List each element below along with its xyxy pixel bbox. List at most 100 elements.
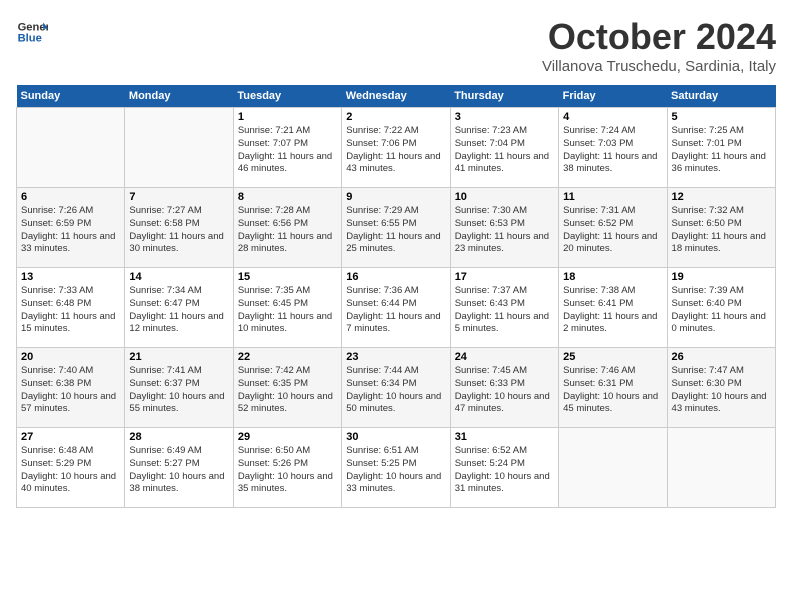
day-info: Sunrise: 7:36 AM Sunset: 6:44 PM Dayligh… (346, 285, 445, 336)
day-info: Sunrise: 7:39 AM Sunset: 6:40 PM Dayligh… (672, 285, 771, 336)
calendar-day: 21Sunrise: 7:41 AM Sunset: 6:37 PM Dayli… (125, 348, 233, 428)
calendar-day: 4 Sunrise: 7:24 AM Sunset: 7:03 PM Daylig… (559, 108, 667, 188)
day-number: 5 (672, 111, 771, 123)
day-number: 9 (346, 191, 445, 203)
day-number: 26 (672, 351, 771, 363)
day-number: 10 (455, 191, 554, 203)
day-number: 11 (563, 191, 662, 203)
logo: General Blue (16, 16, 48, 48)
calendar-day: 30Sunrise: 6:51 AM Sunset: 5:25 PM Dayli… (342, 428, 450, 508)
calendar-week: 20 Sunrise: 7:40 AM Sunset: 6:38 PM Dayli… (17, 348, 776, 428)
calendar-day: 10 Sunrise: 7:30 AM Sunset: 6:53 PM Dayli… (450, 188, 558, 268)
day-info: Sunrise: 7:23 AM Sunset: 7:04 PM Dayligh… (455, 125, 554, 176)
calendar-day: 8 Sunrise: 7:28 AM Sunset: 6:56 PM Daylig… (233, 188, 341, 268)
calendar-day (559, 428, 667, 508)
calendar-day: 28 Sunrise: 6:49 AM Sunset: 5:27 PM Dayli… (125, 428, 233, 508)
day-info: Sunrise: 7:45 AM Sunset: 6:33 PM Dayligh… (455, 365, 554, 416)
day-number: 17 (455, 271, 554, 283)
day-number: 4 (563, 111, 662, 123)
day-info: Sunrise: 7:34 AM Sunset: 6:47 PM Dayligh… (129, 285, 228, 336)
day-info: Sunrise: 7:33 AM Sunset: 6:48 PM Dayligh… (21, 285, 120, 336)
calendar-day: 6Sunrise: 7:26 AM Sunset: 6:59 PM Daylig… (17, 188, 125, 268)
day-number: 15 (238, 271, 337, 283)
day-number: 16 (346, 271, 445, 283)
day-number: 3 (455, 111, 554, 123)
day-number: 29 (238, 431, 337, 443)
day-number: 14 (129, 271, 228, 283)
day-number: 2 (346, 111, 445, 123)
page-header: General Blue October 2024 Villanova Trus… (16, 16, 776, 75)
calendar-day: 22 Sunrise: 7:42 AM Sunset: 6:35 PM Dayli… (233, 348, 341, 428)
day-info: Sunrise: 7:30 AM Sunset: 6:53 PM Dayligh… (455, 205, 554, 256)
calendar-day: 3 Sunrise: 7:23 AM Sunset: 7:04 PM Daylig… (450, 108, 558, 188)
day-info: Sunrise: 6:49 AM Sunset: 5:27 PM Dayligh… (129, 445, 228, 496)
day-number: 13 (21, 271, 120, 283)
day-info: Sunrise: 6:52 AM Sunset: 5:24 PM Dayligh… (455, 445, 554, 496)
day-info: Sunrise: 6:51 AM Sunset: 5:25 PM Dayligh… (346, 445, 445, 496)
day-info: Sunrise: 7:25 AM Sunset: 7:01 PM Dayligh… (672, 125, 771, 176)
day-number: 7 (129, 191, 228, 203)
day-info: Sunrise: 7:40 AM Sunset: 6:38 PM Dayligh… (21, 365, 120, 416)
calendar-day: 11 Sunrise: 7:31 AM Sunset: 6:52 PM Dayli… (559, 188, 667, 268)
day-info: Sunrise: 7:22 AM Sunset: 7:06 PM Dayligh… (346, 125, 445, 176)
weekday-header: Wednesday (342, 85, 450, 108)
day-info: Sunrise: 7:24 AM Sunset: 7:03 PM Dayligh… (563, 125, 662, 176)
day-info: Sunrise: 7:29 AM Sunset: 6:55 PM Dayligh… (346, 205, 445, 256)
calendar-day: 29Sunrise: 6:50 AM Sunset: 5:26 PM Dayli… (233, 428, 341, 508)
weekday-header: Sunday (17, 85, 125, 108)
day-info: Sunrise: 7:42 AM Sunset: 6:35 PM Dayligh… (238, 365, 337, 416)
day-number: 1 (238, 111, 337, 123)
weekday-header: Monday (125, 85, 233, 108)
calendar-day: 14 Sunrise: 7:34 AM Sunset: 6:47 PM Dayli… (125, 268, 233, 348)
calendar-day (667, 428, 775, 508)
calendar-day: 27Sunrise: 6:48 AM Sunset: 5:29 PM Dayli… (17, 428, 125, 508)
calendar-day: 24Sunrise: 7:45 AM Sunset: 6:33 PM Dayli… (450, 348, 558, 428)
weekday-header: Friday (559, 85, 667, 108)
day-info: Sunrise: 7:44 AM Sunset: 6:34 PM Dayligh… (346, 365, 445, 416)
day-info: Sunrise: 7:28 AM Sunset: 6:56 PM Dayligh… (238, 205, 337, 256)
day-number: 21 (129, 351, 228, 363)
day-info: Sunrise: 7:47 AM Sunset: 6:30 PM Dayligh… (672, 365, 771, 416)
calendar-day: 5 Sunrise: 7:25 AM Sunset: 7:01 PM Daylig… (667, 108, 775, 188)
calendar-day: 15 Sunrise: 7:35 AM Sunset: 6:45 PM Dayli… (233, 268, 341, 348)
calendar-day: 17Sunrise: 7:37 AM Sunset: 6:43 PM Dayli… (450, 268, 558, 348)
day-number: 18 (563, 271, 662, 283)
day-number: 22 (238, 351, 337, 363)
day-number: 8 (238, 191, 337, 203)
month-title: October 2024 (542, 16, 776, 58)
calendar-day: 18 Sunrise: 7:38 AM Sunset: 6:41 PM Dayli… (559, 268, 667, 348)
day-info: Sunrise: 7:38 AM Sunset: 6:41 PM Dayligh… (563, 285, 662, 336)
calendar-day: 16 Sunrise: 7:36 AM Sunset: 6:44 PM Dayli… (342, 268, 450, 348)
calendar-day: 12Sunrise: 7:32 AM Sunset: 6:50 PM Dayli… (667, 188, 775, 268)
weekday-header: Thursday (450, 85, 558, 108)
day-number: 28 (129, 431, 228, 443)
location: Villanova Truschedu, Sardinia, Italy (542, 58, 776, 75)
day-number: 6 (21, 191, 120, 203)
day-number: 20 (21, 351, 120, 363)
day-info: Sunrise: 7:46 AM Sunset: 6:31 PM Dayligh… (563, 365, 662, 416)
calendar-week: 6Sunrise: 7:26 AM Sunset: 6:59 PM Daylig… (17, 188, 776, 268)
calendar-day: 1 Sunrise: 7:21 AM Sunset: 7:07 PM Daylig… (233, 108, 341, 188)
calendar-day: 2 Sunrise: 7:22 AM Sunset: 7:06 PM Daylig… (342, 108, 450, 188)
calendar-day: 9 Sunrise: 7:29 AM Sunset: 6:55 PM Daylig… (342, 188, 450, 268)
calendar-day (17, 108, 125, 188)
calendar-header: SundayMondayTuesdayWednesdayThursdayFrid… (17, 85, 776, 108)
logo-icon: General Blue (16, 16, 48, 48)
day-info: Sunrise: 7:31 AM Sunset: 6:52 PM Dayligh… (563, 205, 662, 256)
calendar-week: 13 Sunrise: 7:33 AM Sunset: 6:48 PM Dayli… (17, 268, 776, 348)
calendar-day: 7Sunrise: 7:27 AM Sunset: 6:58 PM Daylig… (125, 188, 233, 268)
weekday-header: Saturday (667, 85, 775, 108)
svg-text:Blue: Blue (18, 33, 42, 45)
calendar-body: 1 Sunrise: 7:21 AM Sunset: 7:07 PM Daylig… (17, 108, 776, 508)
day-number: 23 (346, 351, 445, 363)
day-number: 12 (672, 191, 771, 203)
calendar-day: 25Sunrise: 7:46 AM Sunset: 6:31 PM Dayli… (559, 348, 667, 428)
day-info: Sunrise: 7:21 AM Sunset: 7:07 PM Dayligh… (238, 125, 337, 176)
day-info: Sunrise: 7:35 AM Sunset: 6:45 PM Dayligh… (238, 285, 337, 336)
weekday-header: Tuesday (233, 85, 341, 108)
calendar-day: 26 Sunrise: 7:47 AM Sunset: 6:30 PM Dayli… (667, 348, 775, 428)
title-block: October 2024 Villanova Truschedu, Sardin… (542, 16, 776, 75)
day-number: 31 (455, 431, 554, 443)
calendar-day: 13 Sunrise: 7:33 AM Sunset: 6:48 PM Dayli… (17, 268, 125, 348)
calendar-day: 19Sunrise: 7:39 AM Sunset: 6:40 PM Dayli… (667, 268, 775, 348)
